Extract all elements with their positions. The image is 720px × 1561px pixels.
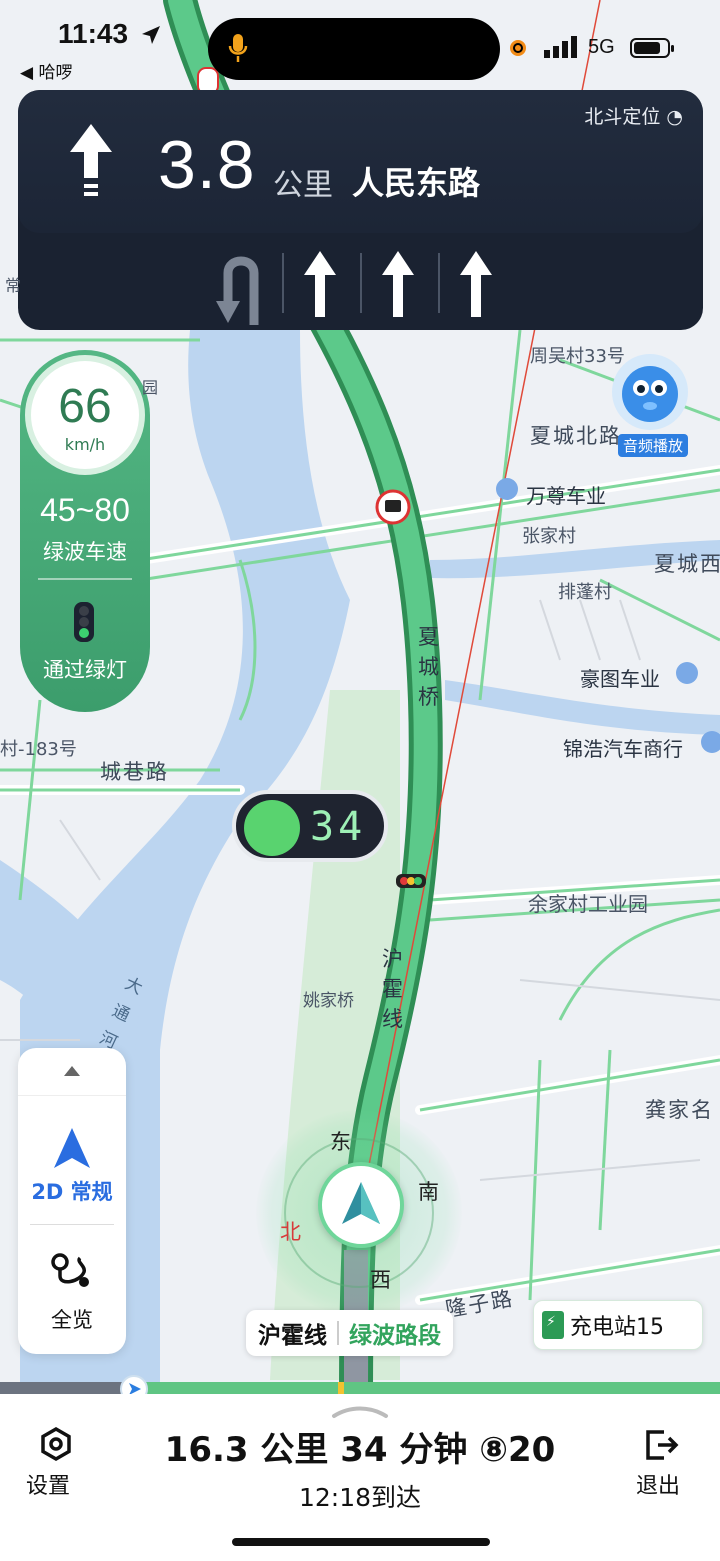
battery-icon [630,38,674,58]
turn-guidance-card[interactable]: 北斗定位 ◔ 3.8 公里 人民东路 [18,90,703,330]
current-road-name: 沪霍线 [258,1323,327,1349]
speed-unit: km/h [64,435,106,454]
dynamic-island [208,18,500,80]
view-mode-panel: 2D 常规 全览 [18,1048,126,1354]
map-label: 张家村 [522,526,576,547]
green-wave-section-label: 绿波路段 [349,1323,441,1349]
microphone-icon [228,34,248,62]
map-poi-label: 锦浩汽车商行 [563,737,683,761]
compass-north-label: 北 [280,1220,301,1244]
map-label: 园 [142,378,159,397]
map-label: 村-183号 [0,739,77,760]
network-type: 5G [588,36,615,58]
trip-bottom-bar: 设置 16.3 公里 34 分钟 ⑧20 12:18到达 退出 [0,1394,720,1561]
next-road-name: 人民东路 [352,164,481,202]
clock: 11:43 [58,18,129,49]
divider [337,1321,339,1345]
lane-guidance [18,233,703,330]
map-poi-label: 万尊车业 [526,484,606,508]
green-wave-speed-range: 45~80 [40,492,130,528]
map-road-label: 夏城西 [654,552,720,576]
charging-station-label: 充电站15 [570,1315,664,1340]
2d-mode-button[interactable]: 2D 常规 [18,1176,126,1206]
audio-playback-label[interactable]: 音频播放 [618,434,689,457]
current-road-tag: 沪霍线 绿波路段 [246,1310,453,1356]
compass-west-label: 西 [370,1268,391,1292]
recording-indicator-icon [510,40,526,56]
chevron-up-icon[interactable] [330,1404,390,1420]
u-turn-lane-icon [216,256,259,325]
satellite-icon: ◔ [666,106,683,128]
map-road-label: 夏城桥 [418,625,439,709]
green-wave-speed-label: 绿波车速 [43,540,127,564]
map-label: 龚家名 [645,1098,714,1122]
map-road-label: 沪霍线 [382,947,403,1031]
route-overview-icon[interactable] [50,1252,94,1292]
beidou-positioning-label: 北斗定位 ◔ [584,102,683,129]
location-arrow-icon [142,26,160,44]
route-progress-marker [338,1382,344,1394]
arrival-time: 12:18到达 [298,1483,422,1512]
lane-divider [282,253,284,313]
status-bar: 11:43 ◀ 哈啰 5G [0,0,720,84]
compass-east-label: 东 [330,1130,351,1154]
straight-lane-icon [304,251,336,317]
distance-unit: 公里 [273,168,333,203]
map-road-label: 夏城北路 [530,424,622,448]
charging-station-icon [542,1311,564,1339]
map-label: 余家村工业园 [528,892,648,916]
exit-icon[interactable] [644,1428,680,1462]
distance-value: 3.8 [158,127,256,203]
lane-divider [360,253,362,313]
countdown-seconds: 34 [310,804,367,850]
pass-green-light-label: 通过绿灯 [43,658,127,682]
green-wave-panel[interactable]: 66 km/h 45~80 绿波车速 通过绿灯 [20,350,150,712]
overview-button[interactable]: 全览 [18,1304,126,1334]
lane-divider [438,253,440,313]
vehicle-arrow-icon [342,1182,380,1224]
positioning-text: 北斗定位 [584,106,661,128]
straight-lane-icon [460,251,492,317]
divider [38,578,132,580]
current-speed-gauge: 66 km/h [25,355,145,475]
signal-countdown-bubble: 34 [232,790,388,862]
map-label: 排蓬村 [558,582,612,603]
traffic-light-icon [74,602,94,642]
divider [30,1224,114,1225]
back-to-app-link[interactable]: ◀ 哈啰 [20,58,72,83]
straight-lane-icon [382,251,414,317]
straight-arrow-icon [70,124,112,196]
charging-station-button[interactable]: 充电站15 [533,1300,703,1350]
map-label: 常 [5,276,22,295]
cellular-signal-icon [544,36,577,58]
map-poi-label: 豪图车业 [580,667,660,691]
compass-south-label: 南 [418,1180,439,1204]
current-location-button[interactable] [318,1162,404,1248]
trip-summary[interactable]: 16.3 公里 34 分钟 ⑧20 [0,1422,720,1471]
exit-button[interactable]: 退出 [636,1468,680,1500]
route-progress-traveled [0,1382,130,1394]
map-label: 姚家桥 [303,991,354,1011]
route-progress-bar [0,1382,720,1394]
map-road-label: 城巷路 [100,760,169,784]
expand-button[interactable] [18,1048,126,1096]
navigation-arrow-icon[interactable] [52,1126,92,1170]
chevron-up-icon [64,1066,80,1076]
soccer-ball-icon [244,800,300,856]
home-indicator[interactable] [232,1538,490,1546]
current-speed: 66 [58,380,112,433]
